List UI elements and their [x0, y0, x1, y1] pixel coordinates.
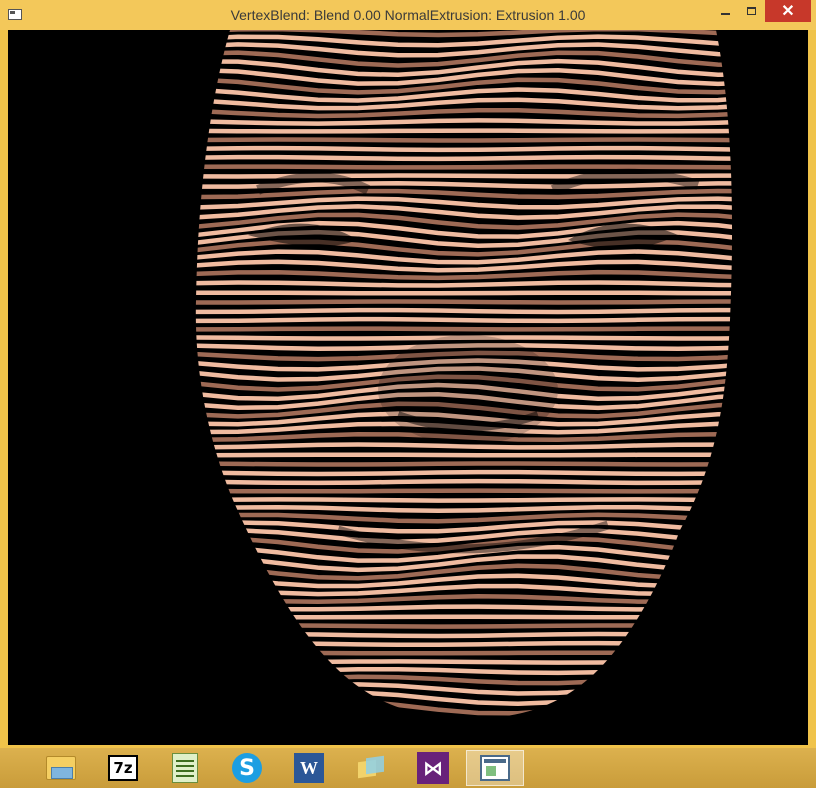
slice-line [195, 164, 733, 170]
slice-line [195, 690, 733, 707]
slice-line [195, 488, 733, 494]
slice-line [195, 188, 733, 200]
slice-line [195, 30, 733, 38]
word-icon: W [294, 753, 324, 783]
taskbar-notepad[interactable] [156, 750, 214, 786]
slice-line [195, 442, 733, 450]
slice-line [195, 623, 733, 629]
slice-line [195, 497, 733, 503]
slice-line [195, 631, 733, 639]
window-title: VertexBlend: Blend 0.00 NormalExtrusion:… [230, 7, 586, 23]
slice-line [195, 659, 733, 665]
slice-line [195, 594, 733, 604]
slice-line [195, 504, 733, 514]
slice-line [195, 154, 733, 162]
slice-line [195, 107, 733, 119]
slice-line [195, 469, 733, 477]
taskbar-visual-studio[interactable]: ⋈ [404, 750, 462, 786]
slice-line [195, 666, 733, 676]
slice-line [195, 181, 733, 189]
slice-line [195, 650, 733, 656]
render-viewport[interactable] [8, 30, 808, 745]
slice-line [195, 640, 733, 648]
skype-icon: S [232, 753, 262, 783]
taskbar-file-explorer[interactable] [32, 750, 90, 786]
slice-line [195, 715, 733, 719]
slice-line [195, 674, 733, 686]
slice-line [195, 512, 733, 524]
minimize-button[interactable] [712, 0, 738, 22]
taskbar-skype[interactable]: S [218, 750, 276, 786]
slice-line [195, 583, 733, 597]
taskbar: S 7z S W ⋈ [0, 748, 816, 788]
slice-line [195, 290, 733, 296]
visual-studio-icon: ⋈ [417, 752, 449, 784]
maximize-icon [746, 7, 756, 15]
minimize-icon [720, 13, 730, 15]
maximize-button[interactable] [738, 0, 764, 22]
slice-line [195, 573, 733, 589]
slice-line [195, 682, 733, 696]
taskbar-word[interactable]: W [280, 750, 338, 786]
slice-line [195, 478, 733, 486]
slice-line [195, 452, 733, 458]
slice-line [195, 307, 733, 315]
app-window: VertexBlend: Blend 0.00 NormalExtrusion:… [0, 0, 816, 748]
close-button[interactable]: ✕ [765, 0, 811, 22]
app-window-icon [480, 755, 510, 781]
slice-line [195, 326, 733, 332]
slice-line [195, 316, 733, 324]
slice-line [195, 299, 733, 305]
title-bar[interactable]: VertexBlend: Blend 0.00 NormalExtrusion:… [0, 0, 816, 30]
folder-icon [46, 756, 76, 780]
taskbar-windows-explorer[interactable] [342, 750, 400, 786]
slice-line [195, 128, 733, 134]
face-mesh-render [195, 30, 733, 719]
taskbar-vertexblend-app[interactable] [466, 750, 524, 786]
taskbar-7zip[interactable]: 7z [94, 750, 152, 786]
slice-line [195, 604, 733, 612]
close-icon: ✕ [781, 3, 795, 20]
slice-line [195, 269, 733, 281]
sevenzip-icon: 7z [108, 755, 138, 781]
slice-line [195, 461, 733, 467]
windows-icon [356, 755, 386, 781]
notepad-icon [172, 753, 198, 783]
slice-line [195, 280, 733, 288]
slice-line [195, 145, 733, 153]
slice-line [195, 118, 733, 126]
slice-line [195, 137, 733, 143]
taskbar-skype-partial[interactable]: S [0, 750, 14, 786]
